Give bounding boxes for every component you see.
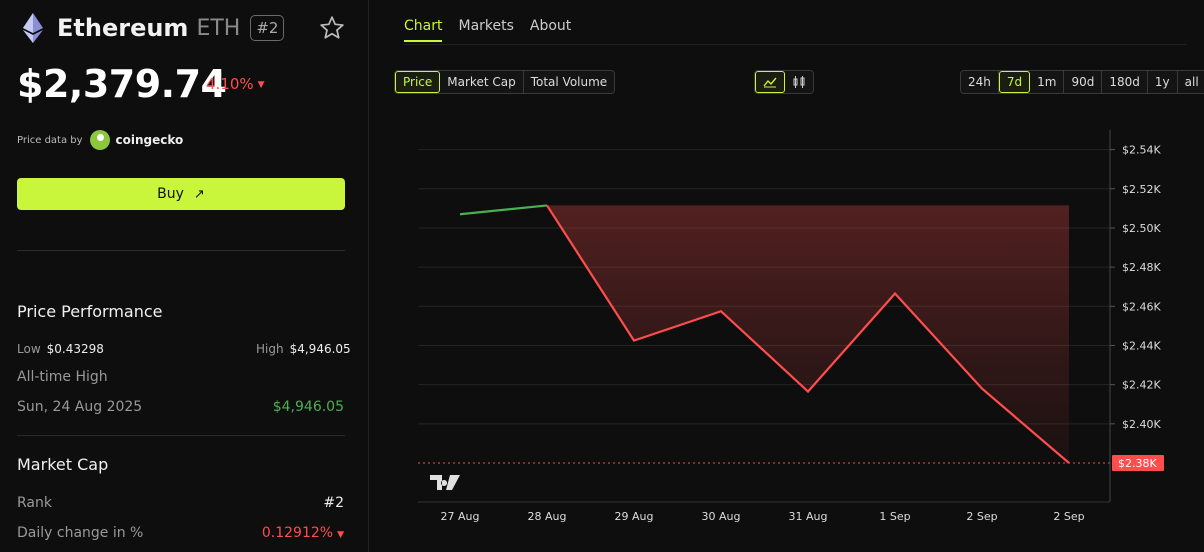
- y-tick-label: $2.48K: [1122, 261, 1161, 274]
- metric-selector: Price Market Cap Total Volume: [394, 70, 616, 94]
- range-180d-button[interactable]: 180d: [1102, 71, 1148, 93]
- range-1m-button[interactable]: 1m: [1030, 71, 1065, 93]
- low-row: Low $0.43298: [17, 342, 104, 356]
- down-arrow-icon: ▼: [257, 79, 265, 90]
- tab-chart[interactable]: Chart: [404, 18, 443, 42]
- ath-label: All-time High: [17, 369, 108, 385]
- x-tick-label: 27 Aug: [441, 510, 480, 523]
- divider: [17, 435, 345, 436]
- current-price: $2,379.74: [17, 62, 227, 106]
- y-tick-label: $2.40K: [1122, 418, 1161, 431]
- coin-summary-panel: Ethereum ETH #2 $2,379.74 4.10% ▼ Price d…: [0, 0, 369, 552]
- candlestick-icon[interactable]: [785, 71, 813, 93]
- chart-panel: Chart Markets About Price Market Cap Tot…: [370, 0, 1204, 552]
- y-tick-label: $2.46K: [1122, 300, 1161, 313]
- divider: [17, 250, 345, 251]
- range-90d-button[interactable]: 90d: [1064, 71, 1103, 93]
- price-area-fill: [547, 205, 1069, 463]
- y-tick-label: $2.50K: [1122, 222, 1161, 235]
- daily-change-row: 0.12912% ▼: [262, 525, 344, 541]
- price-change-percent: 4.10% ▼: [206, 75, 265, 93]
- x-tick-label: 29 Aug: [615, 510, 654, 523]
- range-7d-button[interactable]: 7d: [998, 71, 1031, 93]
- panel-tabs: Chart Markets About: [404, 18, 571, 42]
- price-change-value: 4.10%: [206, 75, 254, 93]
- x-tick-label: 30 Aug: [702, 510, 741, 523]
- rank-value: #2: [323, 495, 344, 511]
- down-arrow-icon: ▼: [337, 530, 344, 540]
- provider-name[interactable]: coingecko: [116, 133, 184, 147]
- daily-change-value: 0.12912%: [261, 525, 334, 541]
- high-label: High: [256, 342, 284, 356]
- buy-label: Buy: [157, 186, 184, 202]
- range-24h-button[interactable]: 24h: [961, 71, 999, 93]
- low-value: $0.43298: [46, 342, 104, 356]
- y-tick-label: $2.44K: [1122, 339, 1161, 352]
- ethereum-logo-icon: [17, 12, 49, 44]
- y-tick-label: $2.54K: [1122, 144, 1161, 157]
- x-tick-label: 31 Aug: [789, 510, 828, 523]
- rank-badge: #2: [250, 15, 285, 41]
- range-selector: 24h 7d 1m 90d 180d 1y all: [960, 70, 1204, 94]
- market-cap-title: Market Cap: [17, 455, 109, 474]
- low-label: Low: [17, 342, 41, 356]
- star-icon[interactable]: [319, 15, 345, 41]
- ath-value: $4,946.05: [272, 399, 344, 415]
- y-tick-label: $2.42K: [1122, 379, 1161, 392]
- metric-price-button[interactable]: Price: [395, 71, 441, 93]
- x-tick-label: 28 Aug: [528, 510, 567, 523]
- price-data-attribution: Price data by coingecko: [17, 130, 183, 150]
- y-tick-label: $2.52K: [1122, 183, 1161, 196]
- tradingview-logo-icon: [430, 475, 460, 490]
- x-tick-label: 2 Sep: [1053, 510, 1084, 523]
- rank-label: Rank: [17, 495, 52, 511]
- range-all-button[interactable]: all: [1177, 71, 1204, 93]
- high-value: $4,946.05: [289, 342, 351, 356]
- daily-change-label: Daily change in %: [17, 525, 144, 541]
- line-chart-icon[interactable]: [755, 71, 785, 93]
- high-row: High $4,946.05: [256, 342, 351, 356]
- arrow-up-right-icon: ↗: [193, 186, 205, 202]
- coingecko-logo-icon: [89, 130, 110, 150]
- tab-divider: [404, 44, 1186, 45]
- price-line-up: [459, 204, 548, 216]
- coin-name: Ethereum: [57, 14, 189, 42]
- x-tick-label: 2 Sep: [966, 510, 997, 523]
- tab-markets[interactable]: Markets: [458, 18, 513, 42]
- coin-symbol: ETH: [196, 15, 241, 41]
- price-performance-title: Price Performance: [17, 302, 163, 321]
- x-tick-label: 1 Sep: [879, 510, 910, 523]
- current-price-label: $2.38K: [1118, 457, 1157, 470]
- coin-header: Ethereum ETH #2: [17, 12, 347, 44]
- price-data-label: Price data by: [17, 134, 83, 146]
- price-chart[interactable]: $2.54K $2.52K $2.50K $2.48K $2.46K $2.44K $2.4…: [370, 120, 1204, 530]
- tab-about[interactable]: About: [530, 18, 571, 42]
- metric-volume-button[interactable]: Total Volume: [523, 71, 615, 93]
- metric-marketcap-button[interactable]: Market Cap: [440, 71, 524, 93]
- ath-date: Sun, 24 Aug 2025: [17, 399, 143, 415]
- range-1y-button[interactable]: 1y: [1147, 71, 1178, 93]
- chart-type-selector: [754, 70, 814, 94]
- buy-button[interactable]: Buy ↗: [17, 178, 345, 210]
